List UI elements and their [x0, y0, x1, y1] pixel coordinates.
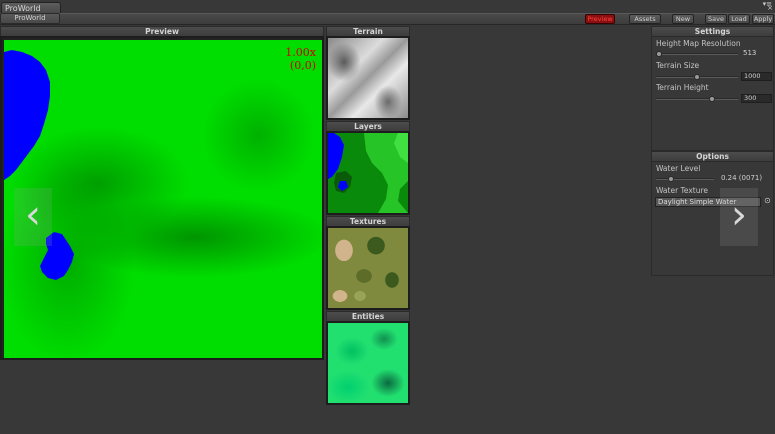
- terrain-thumbnail[interactable]: [326, 36, 410, 120]
- new-button[interactable]: New: [672, 14, 694, 24]
- entities-thumbnail[interactable]: [326, 321, 410, 405]
- next-arrow-button[interactable]: ›: [720, 188, 758, 246]
- layers-map: [328, 133, 408, 213]
- apply-button[interactable]: Apply: [752, 14, 774, 24]
- options-header: Options: [651, 151, 774, 162]
- terrain-size-label: Terrain Size: [656, 61, 700, 70]
- coordinates: (0,0): [289, 59, 316, 72]
- zoom-level: 1.00x: [285, 46, 316, 59]
- terrain-size-field[interactable]: 1000: [741, 72, 772, 81]
- assets-button[interactable]: Assets: [629, 14, 661, 24]
- object-picker-icon[interactable]: ⊙: [764, 196, 771, 205]
- terrain-height-field[interactable]: 300: [741, 94, 772, 103]
- height-map-resolution-slider-thumb[interactable]: [656, 51, 662, 57]
- save-button[interactable]: Save: [705, 14, 727, 24]
- water-region-north: [4, 50, 50, 180]
- water-level-label: Water Level: [656, 164, 701, 173]
- terrain-size-slider-thumb[interactable]: [694, 74, 700, 80]
- textures-thumbnail[interactable]: [326, 226, 410, 310]
- water-level-slider[interactable]: [656, 178, 714, 180]
- previous-arrow-button[interactable]: ‹: [14, 188, 52, 246]
- preview-toggle-button[interactable]: Preview: [585, 14, 615, 24]
- height-map-resolution-value: 513: [743, 49, 757, 57]
- height-map-resolution-label: Height Map Resolution: [656, 39, 741, 48]
- terrain-height-label: Terrain Height: [656, 83, 709, 92]
- layers-thumbnail[interactable]: [326, 131, 410, 215]
- water-level-value: 0.24 (0071): [721, 174, 763, 182]
- load-button[interactable]: Load: [728, 14, 750, 24]
- height-map-resolution-slider[interactable]: [656, 53, 738, 55]
- close-icon[interactable]: ×: [767, 4, 773, 12]
- water-texture-label: Water Texture: [656, 186, 709, 195]
- subtab-proworld[interactable]: ProWorld: [0, 13, 60, 24]
- terrain-height-slider[interactable]: [656, 98, 738, 100]
- settings-header: Settings: [651, 26, 774, 37]
- zoom-indicator: 1.00x (0,0): [285, 46, 316, 72]
